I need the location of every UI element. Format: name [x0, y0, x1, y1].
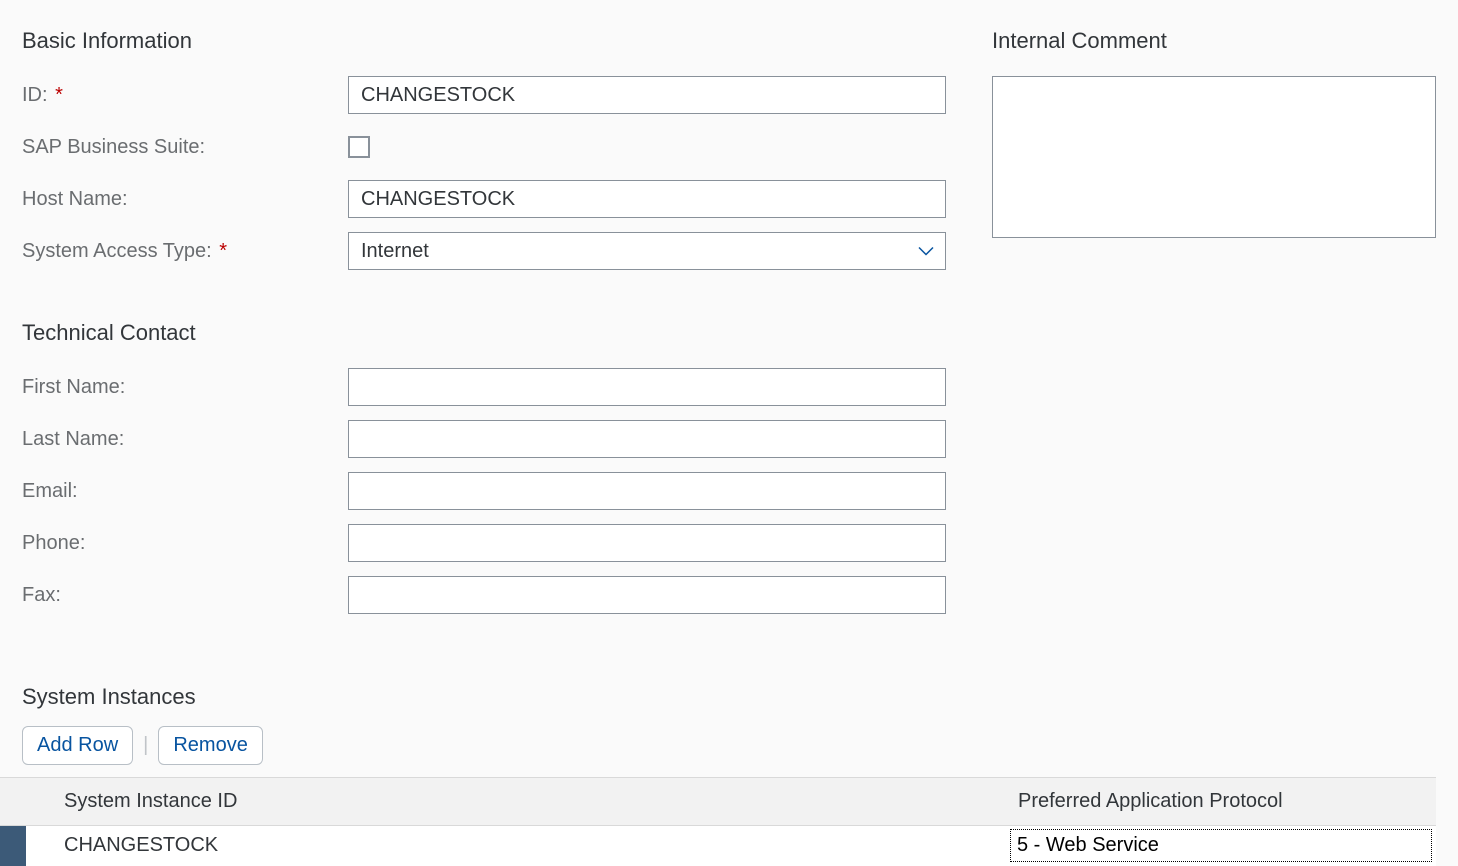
required-indicator: *	[55, 84, 63, 106]
cell-instance-id[interactable]: CHANGESTOCK	[26, 826, 1006, 866]
add-row-button[interactable]: Add Row	[22, 726, 133, 765]
id-label: ID: *	[22, 84, 348, 107]
system-instances-title: System Instances	[22, 684, 1458, 710]
phone-input[interactable]	[348, 524, 946, 562]
cell-protocol[interactable]	[1006, 826, 1436, 866]
fax-input[interactable]	[348, 576, 946, 614]
basic-information-title: Basic Information	[22, 28, 962, 54]
email-input[interactable]	[348, 472, 946, 510]
host-name-label: Host Name:	[22, 188, 348, 211]
system-instances-table: System Instance ID Preferred Application…	[0, 777, 1436, 866]
email-label: Email:	[22, 480, 348, 503]
internal-comment-textarea[interactable]	[992, 76, 1436, 238]
table-row[interactable]: CHANGESTOCK	[0, 826, 1436, 866]
host-name-input[interactable]	[348, 180, 946, 218]
column-header-protocol[interactable]: Preferred Application Protocol	[1006, 778, 1436, 826]
phone-label: Phone:	[22, 532, 348, 555]
column-header-selector	[0, 778, 26, 826]
first-name-label: First Name:	[22, 376, 348, 399]
toolbar-separator: |	[143, 734, 148, 757]
first-name-input[interactable]	[348, 368, 946, 406]
required-indicator: *	[219, 240, 227, 262]
sap-business-suite-label: SAP Business Suite:	[22, 136, 348, 159]
remove-button[interactable]: Remove	[158, 726, 262, 765]
internal-comment-title: Internal Comment	[992, 28, 1436, 54]
last-name-input[interactable]	[348, 420, 946, 458]
row-selector[interactable]	[0, 826, 26, 866]
system-access-type-value: Internet	[348, 232, 946, 270]
last-name-label: Last Name:	[22, 428, 348, 451]
system-access-type-label: System Access Type: *	[22, 240, 348, 263]
system-access-type-select[interactable]: Internet	[348, 232, 946, 270]
fax-label: Fax:	[22, 584, 348, 607]
sap-business-suite-checkbox[interactable]	[348, 136, 370, 158]
column-header-instance-id[interactable]: System Instance ID	[26, 778, 1006, 826]
protocol-input[interactable]	[1017, 834, 1425, 857]
id-input[interactable]	[348, 76, 946, 114]
technical-contact-title: Technical Contact	[22, 320, 962, 346]
